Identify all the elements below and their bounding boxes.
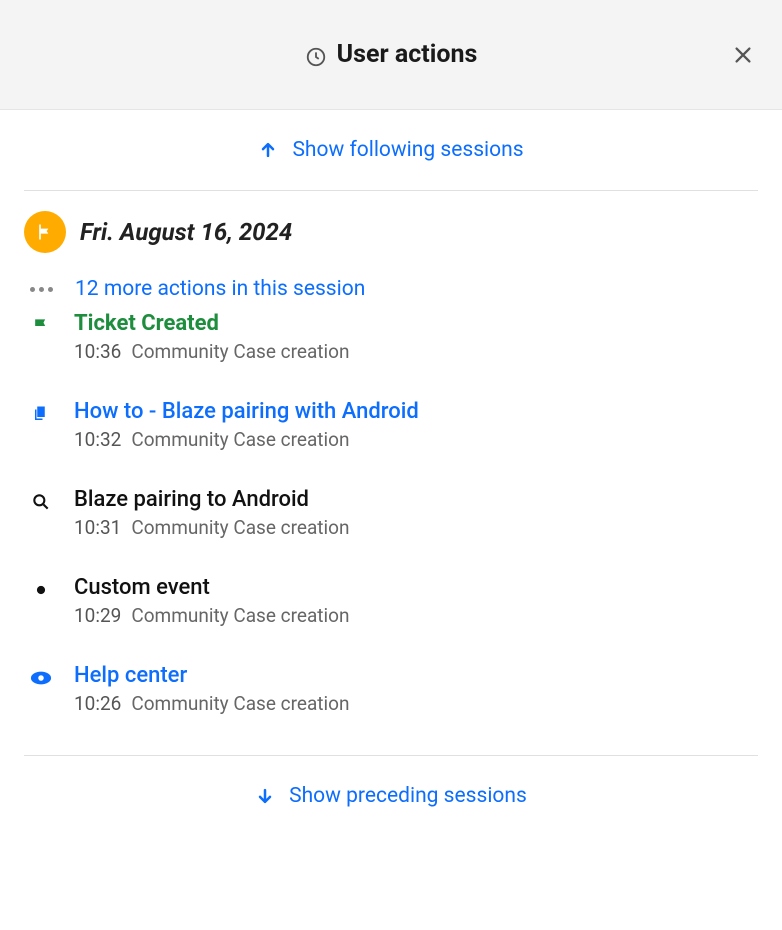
timeline-sub: 10:26 Community Case creation <box>74 692 758 715</box>
more-actions-row[interactable]: 12 more actions in this session <box>30 277 758 301</box>
timeline-desc: Community Case creation <box>131 516 349 539</box>
ellipsis-icon <box>30 287 53 292</box>
timeline-desc: Community Case creation <box>131 604 349 627</box>
show-following-label: Show following sessions <box>292 138 523 162</box>
timeline-title: Ticket Created <box>74 311 758 336</box>
flag-icon <box>35 222 55 242</box>
timeline-time: 10:29 <box>74 604 121 627</box>
arrow-down-icon <box>255 786 275 806</box>
timeline-icon-col <box>30 663 52 689</box>
timeline-icon-col <box>30 311 52 337</box>
timeline-icon-col <box>30 487 52 513</box>
search-icon <box>30 491 52 513</box>
timeline-sub: 10:36 Community Case creation <box>74 340 758 363</box>
timeline-desc: Community Case creation <box>131 340 349 363</box>
timeline-sub: 10:31 Community Case creation <box>74 516 758 539</box>
timeline-desc: Community Case creation <box>131 428 349 451</box>
eye-icon <box>30 667 52 689</box>
timeline-icon-col <box>30 399 52 425</box>
timeline-sub: 10:29 Community Case creation <box>74 604 758 627</box>
timeline-time: 10:36 <box>74 340 121 363</box>
panel-header: User actions <box>0 0 782 110</box>
timeline-body: Blaze pairing to Android 10:31 Community… <box>74 487 758 539</box>
page-icon <box>30 403 52 425</box>
timeline-item: Blaze pairing to Android 10:31 Community… <box>30 487 758 575</box>
timeline-sub: 10:32 Community Case creation <box>74 428 758 451</box>
session-date: Fri. August 16, 2024 <box>80 218 292 246</box>
timeline-item: Help center 10:26 Community Case creatio… <box>30 663 758 751</box>
flag-icon <box>30 315 52 337</box>
show-following-button[interactable]: Show following sessions <box>0 110 782 190</box>
header-title-group: User actions <box>305 40 478 69</box>
session-date-row: Fri. August 16, 2024 <box>24 211 758 253</box>
timeline-item: How to - Blaze pairing with Android 10:3… <box>30 399 758 487</box>
timeline-title: Custom event <box>74 575 758 600</box>
timeline-body: How to - Blaze pairing with Android 10:3… <box>74 399 758 451</box>
show-preceding-button[interactable]: Show preceding sessions <box>0 756 782 836</box>
timeline-item: Ticket Created 10:36 Community Case crea… <box>30 311 758 399</box>
more-actions-label: 12 more actions in this session <box>75 277 365 301</box>
timeline-body: Ticket Created 10:36 Community Case crea… <box>74 311 758 363</box>
panel-title: User actions <box>337 40 478 69</box>
session-flag-badge <box>24 211 66 253</box>
timeline-body: Help center 10:26 Community Case creatio… <box>74 663 758 715</box>
close-button[interactable] <box>732 44 754 66</box>
show-preceding-label: Show preceding sessions <box>289 784 527 808</box>
timeline-title[interactable]: Help center <box>74 663 758 688</box>
timeline-title[interactable]: How to - Blaze pairing with Android <box>74 399 758 424</box>
timeline-desc: Community Case creation <box>131 692 349 715</box>
timeline-item: Custom event 10:29 Community Case creati… <box>30 575 758 663</box>
close-icon <box>732 44 754 66</box>
timeline-title: Blaze pairing to Android <box>74 487 758 512</box>
session-block: Fri. August 16, 2024 12 more actions in … <box>0 191 782 755</box>
arrow-up-icon <box>258 140 278 160</box>
timeline-time: 10:32 <box>74 428 121 451</box>
timeline-body: Custom event 10:29 Community Case creati… <box>74 575 758 627</box>
dot-icon <box>30 579 52 601</box>
clock-icon <box>305 46 327 68</box>
timeline-time: 10:26 <box>74 692 121 715</box>
timeline-icon-col <box>30 575 52 601</box>
timeline-time: 10:31 <box>74 516 121 539</box>
